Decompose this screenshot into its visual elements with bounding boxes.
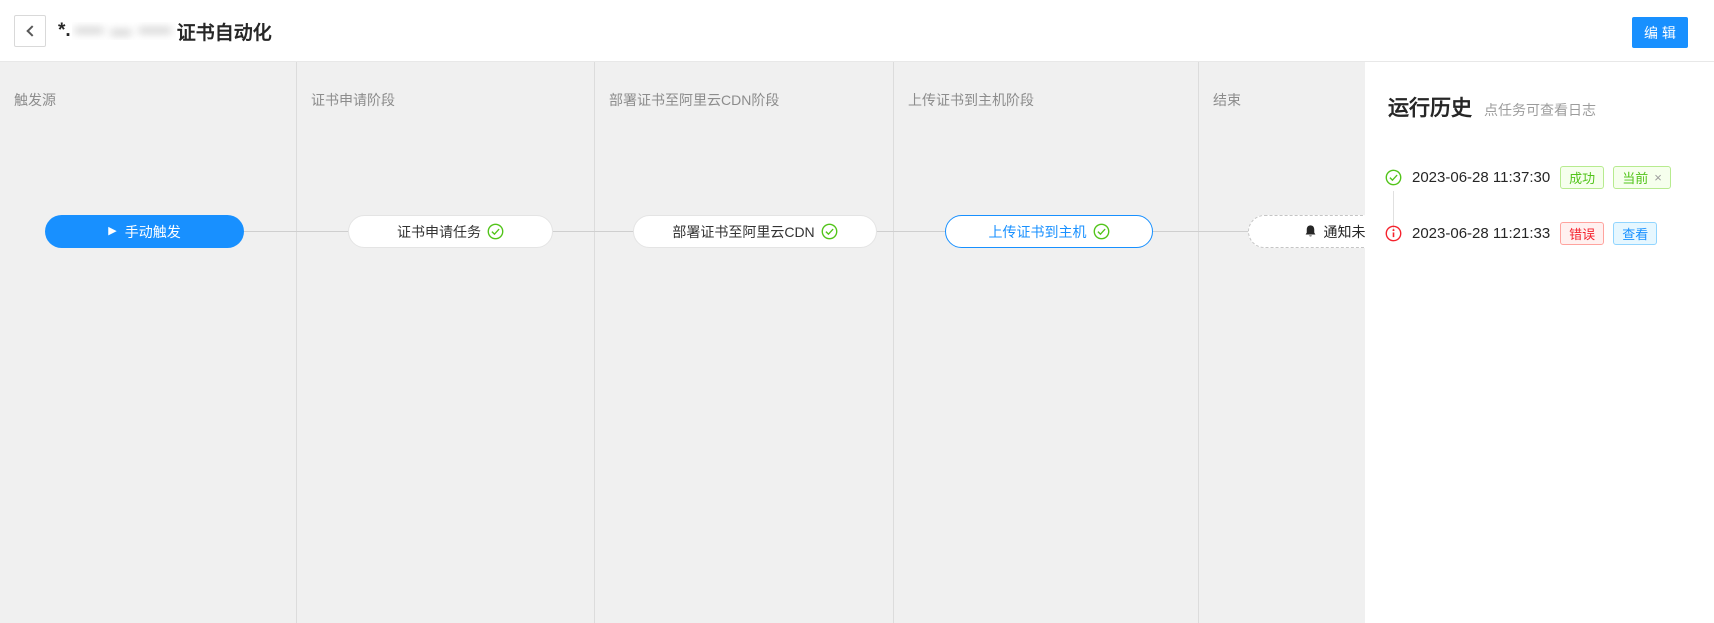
history-entry[interactable]: 2023-06-28 11:21:33 错误 查看 <box>1385 222 1666 245</box>
run-history-panel: 运行历史 点任务可查看日志 2023-06-28 11:37:30 成功 当前 … <box>1365 62 1714 623</box>
column-label: 触发源 <box>14 90 56 110</box>
node-label: 上传证书到主机 <box>989 222 1087 242</box>
column-label: 结束 <box>1213 90 1241 110</box>
history-title: 运行历史 <box>1388 92 1472 122</box>
edit-button[interactable]: 编 辑 <box>1632 17 1688 48</box>
node-label: 手动触发 <box>125 222 181 242</box>
column-label: 上传证书到主机阶段 <box>908 90 1034 110</box>
current-badge[interactable]: 当前 × <box>1613 166 1671 189</box>
node-label: 部署证书至阿里云CDN <box>672 222 814 242</box>
redacted-domain <box>72 22 176 40</box>
chevron-left-icon <box>26 25 37 36</box>
history-header: 运行历史 点任务可查看日志 <box>1388 92 1596 122</box>
column-cert-apply: 证书申请阶段 <box>296 62 594 623</box>
column-trigger-source: 触发源 <box>0 62 296 623</box>
status-badge: 错误 <box>1560 222 1604 245</box>
task-node-cert-apply[interactable]: 证书申请任务 <box>348 215 553 248</box>
check-circle-icon <box>821 223 838 240</box>
node-label: 证书申请任务 <box>397 222 481 242</box>
page-title: *. 证书自动化 <box>58 0 272 62</box>
task-node-upload-host[interactable]: 上传证书到主机 <box>945 215 1153 248</box>
view-log-button[interactable]: 查看 <box>1613 222 1657 245</box>
history-subtitle: 点任务可查看日志 <box>1484 100 1596 120</box>
error-circle-icon <box>1385 225 1402 242</box>
manual-trigger-button[interactable]: ▶ 手动触发 <box>45 215 244 248</box>
column-deploy-cdn: 部署证书至阿里云CDN阶段 <box>594 62 893 623</box>
run-timestamp: 2023-06-28 11:37:30 <box>1412 169 1550 186</box>
play-icon: ▶ <box>108 226 116 237</box>
close-icon[interactable]: × <box>1654 170 1662 185</box>
success-circle-icon <box>1385 169 1402 186</box>
check-circle-icon <box>1093 223 1110 240</box>
run-timestamp: 2023-06-28 11:21:33 <box>1412 225 1550 242</box>
page-title-suffix: 证书自动化 <box>177 18 272 45</box>
page-title-prefix: *. <box>58 20 71 42</box>
column-upload-host: 上传证书到主机阶段 <box>893 62 1198 623</box>
bell-icon <box>1303 224 1318 239</box>
task-node-deploy-cdn[interactable]: 部署证书至阿里云CDN <box>633 215 877 248</box>
column-label: 部署证书至阿里云CDN阶段 <box>609 90 779 110</box>
check-circle-icon <box>487 223 504 240</box>
column-label: 证书申请阶段 <box>311 90 395 110</box>
page-header: *. 证书自动化 编 辑 <box>0 0 1714 62</box>
status-badge: 成功 <box>1560 166 1604 189</box>
back-button[interactable] <box>14 15 46 47</box>
history-entry[interactable]: 2023-06-28 11:37:30 成功 当前 × <box>1385 166 1680 189</box>
